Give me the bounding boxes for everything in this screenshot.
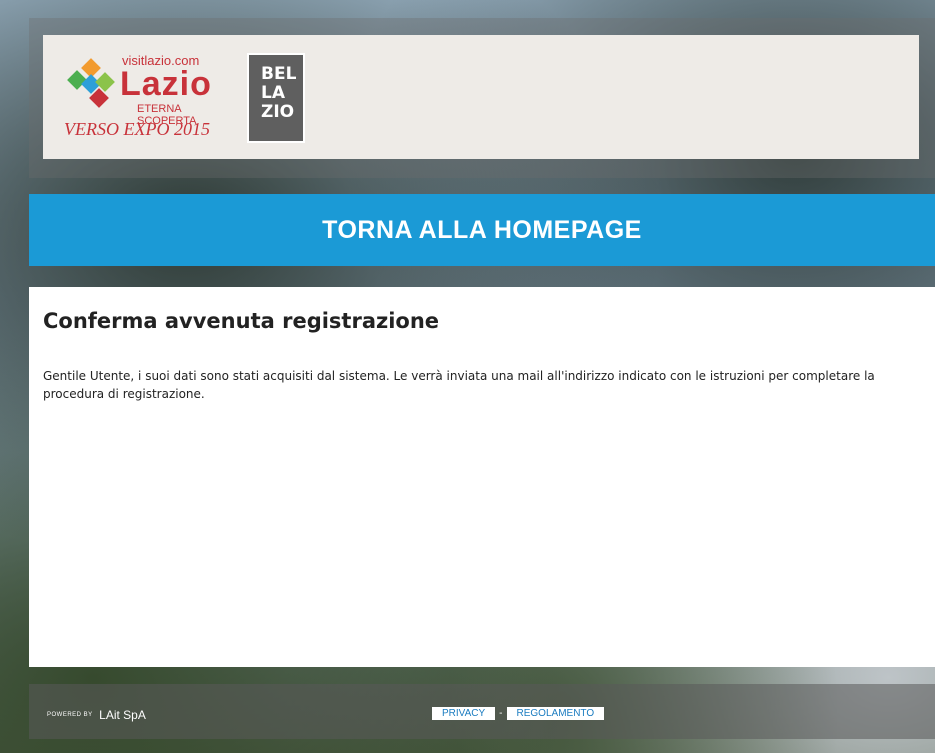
confirmation-message: Gentile Utente, i suoi dati sono stati a… — [43, 369, 875, 401]
home-button-label: TORNA ALLA HOMEPAGE — [322, 215, 642, 244]
page-title: Conferma avvenuta registrazione — [43, 309, 440, 333]
footer: POWERED BY LAit SpA PRIVACY - REGOLAMENT… — [29, 684, 935, 739]
bellazio-line: BEL — [261, 64, 297, 84]
footer-separator: - — [499, 708, 503, 719]
logo-name-text: Lazio — [120, 65, 212, 103]
footer-links: PRIVACY - REGOLAMENTO — [432, 707, 605, 720]
company-name: LAit SpA — [99, 707, 146, 722]
bellazio-line: LA — [261, 83, 285, 103]
bellazio-line: ZIO — [261, 102, 295, 122]
visitlazio-logo[interactable]: visitlazio.com Lazio ETERNA SCOPERTA VER… — [62, 53, 242, 148]
regolamento-link[interactable]: REGOLAMENTO — [506, 707, 605, 720]
bellazio-logo[interactable]: BEL LA ZIO — [247, 53, 305, 143]
lazio-diamond-icon — [67, 58, 115, 108]
main-content: Conferma avvenuta registrazione Gentile … — [29, 287, 935, 667]
powered-by: POWERED BY LAit SpA — [47, 706, 146, 724]
home-button[interactable]: TORNA ALLA HOMEPAGE — [29, 194, 935, 266]
privacy-link[interactable]: PRIVACY — [432, 707, 496, 720]
logo-expo-text: VERSO EXPO 2015 — [64, 119, 210, 139]
powered-by-label: POWERED BY — [47, 711, 93, 718]
